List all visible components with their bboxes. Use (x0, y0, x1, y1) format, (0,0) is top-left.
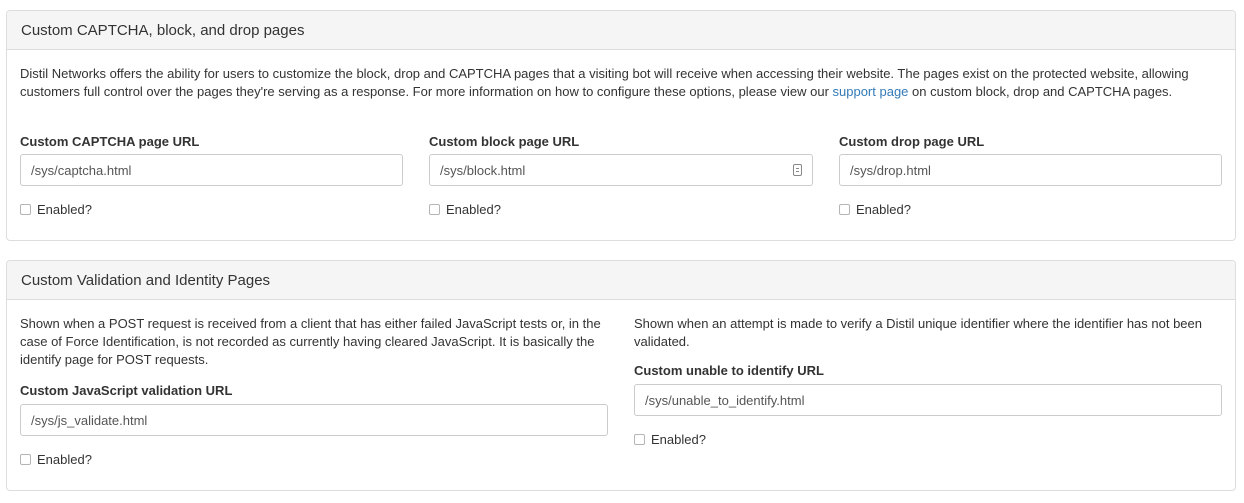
unable-identify-description: Shown when an attempt is made to verify … (634, 316, 1202, 349)
js-validation-url-label: Custom JavaScript validation URL (20, 383, 233, 398)
validation-identity-panel: Custom Validation and Identity Pages Sho… (6, 260, 1236, 491)
unable-identify-enabled-checkbox[interactable]: Enabled? (634, 432, 706, 447)
captcha-url-input[interactable]: /sys/captcha.html (20, 154, 403, 186)
checkbox-label: Enabled? (37, 202, 92, 217)
checkbox-box[interactable] (429, 204, 440, 215)
description-text-end: on custom block, drop and CAPTCHA pages. (908, 84, 1173, 99)
captcha-enabled-checkbox[interactable]: Enabled? (20, 202, 92, 217)
drop-enabled-checkbox[interactable]: Enabled? (839, 202, 911, 217)
checkbox-box[interactable] (20, 454, 31, 465)
checkbox-label: Enabled? (651, 432, 706, 447)
checkbox-label: Enabled? (856, 202, 911, 217)
unable-identify-url-input[interactable]: /sys/unable_to_identify.html (634, 384, 1222, 416)
contact-card-icon[interactable] (793, 164, 802, 176)
js-validation-url-value: /sys/js_validate.html (31, 412, 148, 428)
panel-title: Custom Validation and Identity Pages (7, 261, 1235, 300)
captcha-url-value: /sys/captcha.html (31, 162, 132, 178)
checkbox-label: Enabled? (446, 202, 501, 217)
checkbox-box[interactable] (20, 204, 31, 215)
block-url-value: /sys/block.html (440, 162, 526, 178)
checkbox-label: Enabled? (37, 452, 92, 467)
js-validation-enabled-checkbox[interactable]: Enabled? (20, 452, 92, 467)
panel-description: Distil Networks offers the ability for u… (20, 65, 1220, 101)
block-url-input[interactable]: /sys/block.html (429, 154, 813, 186)
js-validation-description: Shown when a POST request is received fr… (20, 316, 601, 367)
panel-title: Custom CAPTCHA, block, and drop pages (7, 11, 1235, 50)
block-url-label: Custom block page URL (429, 134, 580, 149)
captcha-pages-panel: Custom CAPTCHA, block, and drop pages Di… (6, 10, 1236, 241)
checkbox-box[interactable] (634, 434, 645, 445)
unable-identify-url-value: /sys/unable_to_identify.html (645, 392, 805, 408)
captcha-url-label: Custom CAPTCHA page URL (20, 134, 200, 149)
drop-url-input[interactable]: /sys/drop.html (839, 154, 1222, 186)
drop-url-value: /sys/drop.html (850, 162, 931, 178)
support-page-link[interactable]: support page (833, 84, 909, 99)
drop-url-label: Custom drop page URL (839, 134, 985, 149)
checkbox-box[interactable] (839, 204, 850, 215)
block-enabled-checkbox[interactable]: Enabled? (429, 202, 501, 217)
js-validation-url-input[interactable]: /sys/js_validate.html (20, 404, 608, 436)
unable-identify-url-label: Custom unable to identify URL (634, 363, 824, 378)
